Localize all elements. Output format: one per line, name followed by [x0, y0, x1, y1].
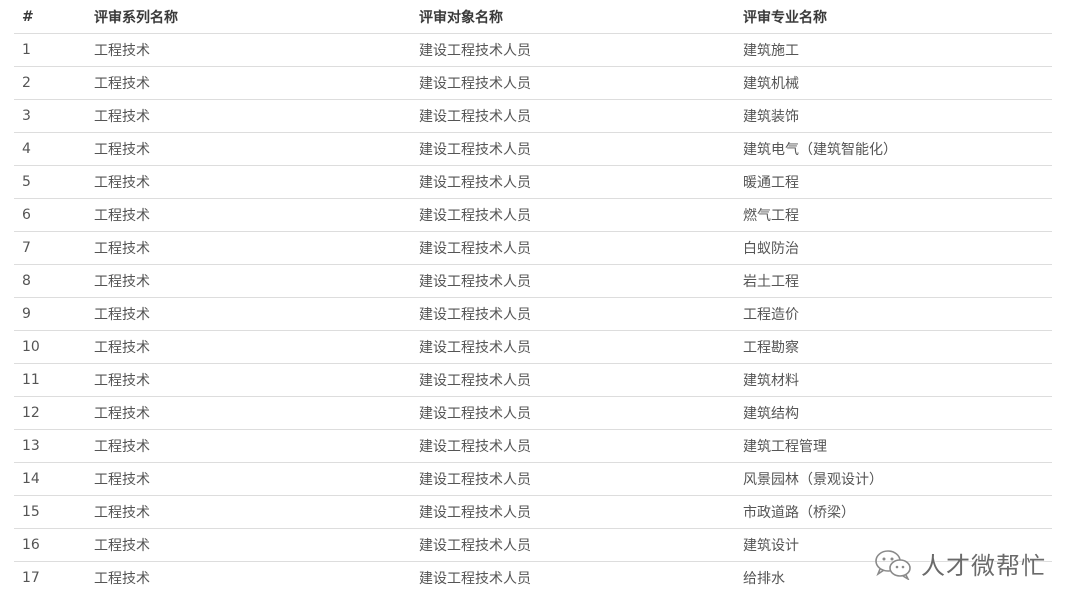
cell-specialty-name: 风景园林（景观设计） [735, 462, 1052, 496]
cell-series-name: 工程技术 [86, 429, 411, 463]
cell-row-index: 4 [14, 132, 86, 166]
cell-specialty-name: 建筑机械 [735, 66, 1052, 100]
cell-object-name: 建设工程技术人员 [411, 264, 735, 298]
header-series-name: 评审系列名称 [86, 0, 411, 34]
cell-series-name: 工程技术 [86, 330, 411, 364]
cell-row-index: 15 [14, 495, 86, 529]
cell-specialty-name: 市政道路（桥梁） [735, 495, 1052, 529]
table-row: 7 工程技术 建设工程技术人员 白蚁防治 [14, 231, 1052, 265]
cell-object-name: 建设工程技术人员 [411, 330, 735, 364]
cell-specialty-name: 建筑材料 [735, 363, 1052, 397]
cell-series-name: 工程技术 [86, 198, 411, 232]
table-row: 5 工程技术 建设工程技术人员 暖通工程 [14, 165, 1052, 199]
cell-specialty-name: 岩土工程 [735, 264, 1052, 298]
review-table-container: # 评审系列名称 评审对象名称 评审专业名称 1 工程技术 建设工程技术人员 建筑施工… [14, 0, 1052, 594]
cell-series-name: 工程技术 [86, 396, 411, 430]
cell-row-index: 10 [14, 330, 86, 364]
table-row: 4 工程技术 建设工程技术人员 建筑电气（建筑智能化） [14, 132, 1052, 166]
table-row: 3 工程技术 建设工程技术人员 建筑装饰 [14, 99, 1052, 133]
table-row: 10 工程技术 建设工程技术人员 工程勘察 [14, 330, 1052, 364]
table-row: 11 工程技术 建设工程技术人员 建筑材料 [14, 363, 1052, 397]
cell-series-name: 工程技术 [86, 99, 411, 133]
table-row: 8 工程技术 建设工程技术人员 岩土工程 [14, 264, 1052, 298]
cell-object-name: 建设工程技术人员 [411, 165, 735, 199]
cell-series-name: 工程技术 [86, 363, 411, 397]
cell-series-name: 工程技术 [86, 561, 411, 594]
cell-specialty-name: 建筑结构 [735, 396, 1052, 430]
cell-object-name: 建设工程技术人员 [411, 99, 735, 133]
cell-specialty-name: 白蚁防治 [735, 231, 1052, 265]
cell-series-name: 工程技术 [86, 495, 411, 529]
header-index: # [14, 0, 86, 34]
cell-series-name: 工程技术 [86, 165, 411, 199]
cell-series-name: 工程技术 [86, 231, 411, 265]
cell-series-name: 工程技术 [86, 528, 411, 562]
table-header-row: # 评审系列名称 评审对象名称 评审专业名称 [14, 0, 1052, 34]
table-row: 14 工程技术 建设工程技术人员 风景园林（景观设计） [14, 462, 1052, 496]
cell-row-index: 12 [14, 396, 86, 430]
cell-row-index: 16 [14, 528, 86, 562]
cell-object-name: 建设工程技术人员 [411, 462, 735, 496]
cell-row-index: 6 [14, 198, 86, 232]
cell-object-name: 建设工程技术人员 [411, 396, 735, 430]
cell-series-name: 工程技术 [86, 462, 411, 496]
cell-specialty-name: 工程勘察 [735, 330, 1052, 364]
cell-series-name: 工程技术 [86, 264, 411, 298]
header-specialty-name: 评审专业名称 [735, 0, 1052, 34]
table-row: 15 工程技术 建设工程技术人员 市政道路（桥梁） [14, 495, 1052, 529]
cell-object-name: 建设工程技术人员 [411, 231, 735, 265]
table-row: 1 工程技术 建设工程技术人员 建筑施工 [14, 33, 1052, 67]
cell-row-index: 2 [14, 66, 86, 100]
cell-object-name: 建设工程技术人员 [411, 429, 735, 463]
review-table: # 评审系列名称 评审对象名称 评审专业名称 1 工程技术 建设工程技术人员 建筑施工… [14, 0, 1052, 594]
watermark-text: 人才微帮忙 [921, 552, 1046, 580]
cell-specialty-name: 建筑施工 [735, 33, 1052, 67]
cell-object-name: 建设工程技术人员 [411, 561, 735, 594]
cell-object-name: 建设工程技术人员 [411, 363, 735, 397]
cell-row-index: 3 [14, 99, 86, 133]
cell-row-index: 8 [14, 264, 86, 298]
cell-object-name: 建设工程技术人员 [411, 528, 735, 562]
cell-row-index: 9 [14, 297, 86, 331]
cell-row-index: 13 [14, 429, 86, 463]
table-row: 6 工程技术 建设工程技术人员 燃气工程 [14, 198, 1052, 232]
table-row: 9 工程技术 建设工程技术人员 工程造价 [14, 297, 1052, 331]
cell-row-index: 5 [14, 165, 86, 199]
cell-object-name: 建设工程技术人员 [411, 198, 735, 232]
watermark: 人才微帮忙 [873, 546, 1046, 581]
cell-specialty-name: 建筑工程管理 [735, 429, 1052, 463]
table-row: 2 工程技术 建设工程技术人员 建筑机械 [14, 66, 1052, 100]
cell-row-index: 11 [14, 363, 86, 397]
cell-row-index: 1 [14, 33, 86, 67]
cell-series-name: 工程技术 [86, 297, 411, 331]
cell-specialty-name: 工程造价 [735, 297, 1052, 331]
cell-specialty-name: 建筑装饰 [735, 99, 1052, 133]
cell-series-name: 工程技术 [86, 66, 411, 100]
cell-specialty-name: 燃气工程 [735, 198, 1052, 232]
cell-specialty-name: 暖通工程 [735, 165, 1052, 199]
cell-object-name: 建设工程技术人员 [411, 297, 735, 331]
cell-row-index: 7 [14, 231, 86, 265]
wechat-icon [875, 549, 911, 580]
cell-row-index: 14 [14, 462, 86, 496]
table-row: 13 工程技术 建设工程技术人员 建筑工程管理 [14, 429, 1052, 463]
table-body: 1 工程技术 建设工程技术人员 建筑施工 2 工程技术 建设工程技术人员 建筑机械 3 工程技术建… [14, 33, 1052, 594]
cell-series-name: 工程技术 [86, 132, 411, 166]
cell-object-name: 建设工程技术人员 [411, 495, 735, 529]
cell-row-index: 17 [14, 561, 86, 594]
header-object-name: 评审对象名称 [411, 0, 735, 34]
cell-object-name: 建设工程技术人员 [411, 33, 735, 67]
table-row: 12 工程技术 建设工程技术人员 建筑结构 [14, 396, 1052, 430]
cell-series-name: 工程技术 [86, 33, 411, 67]
cell-specialty-name: 建筑电气（建筑智能化） [735, 132, 1052, 166]
cell-object-name: 建设工程技术人员 [411, 66, 735, 100]
cell-object-name: 建设工程技术人员 [411, 132, 735, 166]
